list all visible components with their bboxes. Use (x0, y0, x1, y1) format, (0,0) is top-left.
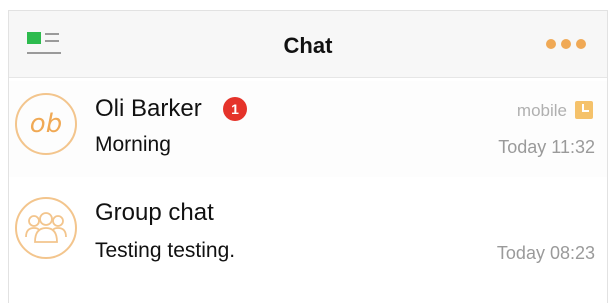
page-title: Chat (283, 33, 333, 58)
message-time: Today 11:32 (498, 137, 595, 157)
unread-badge: 1 (223, 97, 247, 121)
clock-status-icon (575, 101, 593, 119)
device-label: mobile (516, 101, 567, 120)
chat-list-item[interactable]: Group chat Testing testing. Today 08:23 (9, 185, 607, 281)
chat-window: Chat ob Oli Barker 1 Morning mobile Toda… (8, 10, 608, 303)
avatar: ob (15, 93, 77, 155)
avatar-initials: ob (29, 109, 63, 139)
message-preview: Testing testing. (95, 239, 236, 262)
group-icon (25, 212, 67, 243)
header-bar: Chat (9, 11, 607, 78)
message-preview: Morning (95, 133, 171, 156)
avatar (15, 197, 77, 259)
contact-name: Oli Barker (95, 95, 202, 122)
message-time: Today 08:23 (496, 243, 595, 263)
chat-list-item[interactable]: ob Oli Barker 1 Morning mobile Today 11:… (9, 81, 607, 177)
contact-name: Group chat (95, 199, 214, 226)
more-options-icon[interactable] (545, 38, 587, 50)
